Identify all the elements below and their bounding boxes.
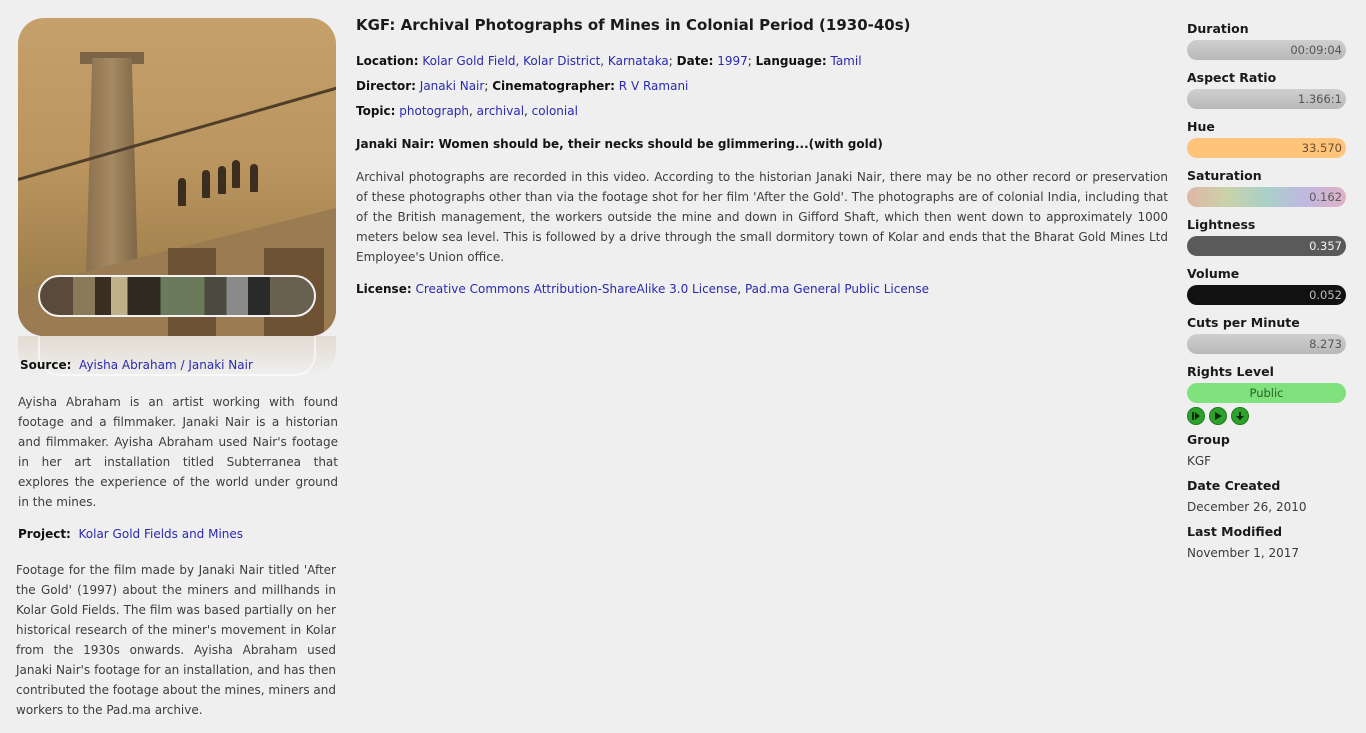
quote-heading: Janaki Nair: Women should be, their neck… [356,137,883,151]
source-description: Ayisha Abraham is an artist working with… [18,395,338,509]
rights-level-label: Rights Level [1187,364,1274,379]
date-link[interactable]: 1997 [717,54,748,68]
rights-level-badge[interactable]: Public [1187,383,1346,403]
stats-column: Duration 00:09:04 Aspect Ratio 1.366:1 H… [1187,20,1346,569]
group-value: KGF [1187,454,1212,468]
last-modified-value: November 1, 2017 [1187,546,1300,560]
source-link[interactable]: Ayisha Abraham / Janaki Nair [79,358,253,372]
project-link[interactable]: Kolar Gold Fields and Mines [79,527,244,541]
left-column: Source: Ayisha Abraham / Janaki Nair Ayi… [16,18,338,717]
source-row: Source: Ayisha Abraham / Janaki Nair [20,358,253,372]
group-label: Group [1187,432,1230,447]
director-line: Director: Janaki Nair; Cinematographer: … [356,79,689,93]
topic-link-photograph[interactable]: photograph [399,104,469,118]
topic-link-archival[interactable]: archival [477,104,524,118]
source-label: Source: [20,358,72,372]
topic-label: Topic: [356,104,396,118]
cuts-per-minute-bar: 8.273 [1187,334,1346,354]
director-label: Director: [356,79,416,93]
volume-label: Volume [1187,266,1240,281]
location-line: Location: Kolar Gold Field, Kolar Distri… [356,54,862,68]
worker-figure [178,178,186,206]
hue-label: Hue [1187,119,1215,134]
worker-figure [202,170,210,198]
saturation-bar: 0.162 [1187,187,1346,207]
worker-figure [232,160,240,188]
download-icon[interactable] [1231,407,1249,425]
date-created-value: December 26, 2010 [1187,500,1307,514]
page-title: KGF: Archival Photographs of Mines in Co… [356,16,911,34]
aspect-ratio-label: Aspect Ratio [1187,70,1277,85]
worker-figure [250,164,258,192]
project-row: Project: Kolar Gold Fields and Mines [18,527,243,541]
play-in-out-icon[interactable] [1187,407,1205,425]
duration-bar: 00:09:04 [1187,40,1346,60]
cuts-per-minute-label: Cuts per Minute [1187,315,1300,330]
language-label: Language: [755,54,827,68]
info-column: KGF: Archival Photographs of Mines in Co… [356,16,1168,306]
bridge-rail [18,84,336,181]
director-link[interactable]: Janaki Nair [420,79,485,93]
last-modified-label: Last Modified [1187,524,1283,539]
cinematographer-link[interactable]: R V Ramani [619,79,689,93]
topic-line: Topic: photograph, archival, colonial [356,104,578,118]
description: Archival photographs are recorded in thi… [356,170,1168,264]
lightness-label: Lightness [1187,217,1256,232]
hue-bar: 33.570 [1187,138,1346,158]
saturation-label: Saturation [1187,168,1262,183]
topic-link-colonial[interactable]: colonial [532,104,578,118]
poster-image[interactable] [18,18,336,336]
volume-bar: 0.052 [1187,285,1346,305]
chimney [86,58,138,278]
action-icons [1187,407,1346,425]
license-link-padma[interactable]: Pad.ma General Public License [745,282,929,296]
worker-figure [218,166,226,194]
lightness-bar: 0.357 [1187,236,1346,256]
language-link[interactable]: Tamil [830,54,861,68]
play-icon[interactable] [1209,407,1227,425]
location-link[interactable]: Kolar Gold Field, Kolar District, Karnat… [422,54,668,68]
license-link-cc[interactable]: Creative Commons Attribution-ShareAlike … [415,282,737,296]
location-label: Location: [356,54,419,68]
cinematographer-label: Cinematographer: [492,79,615,93]
duration-label: Duration [1187,21,1249,36]
date-created-label: Date Created [1187,478,1281,493]
license-label: License: [356,282,412,296]
project-description: Footage for the film made by Janaki Nair… [16,563,336,717]
license-line: License: Creative Commons Attribution-Sh… [356,282,929,296]
date-label: Date: [676,54,714,68]
project-label: Project: [18,527,71,541]
aspect-ratio-bar: 1.366:1 [1187,89,1346,109]
timeline-filmstrip[interactable] [38,275,316,317]
